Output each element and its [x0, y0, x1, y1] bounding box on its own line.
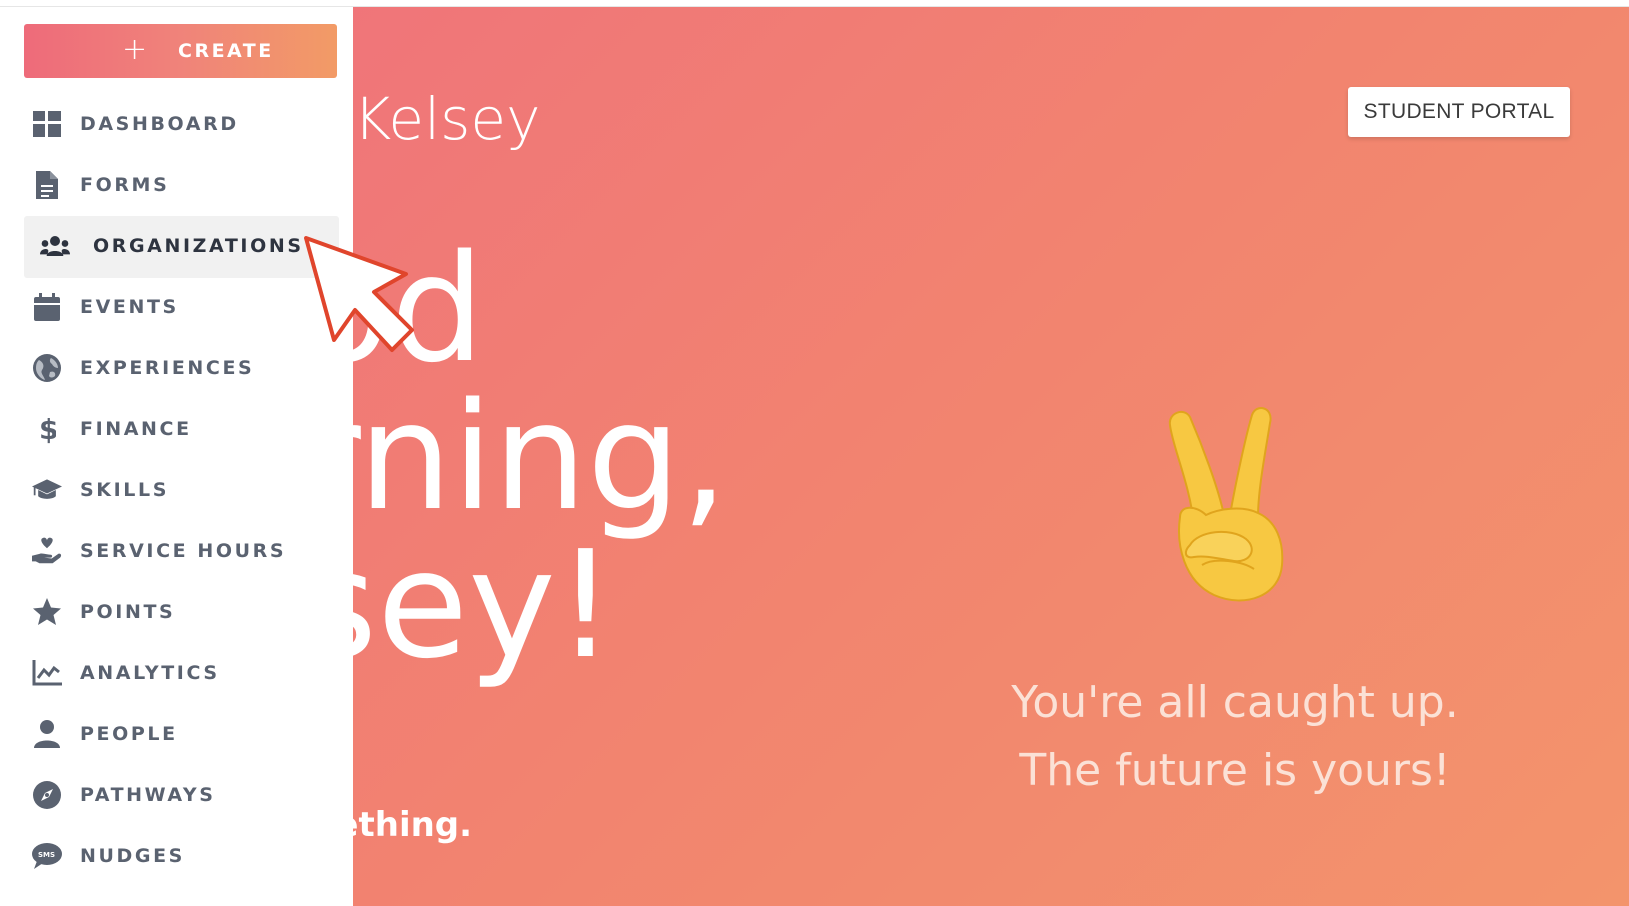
sidebar-item-label: POINTS	[80, 601, 176, 623]
victory-hand-icon	[1150, 405, 1330, 615]
hero-line-3: sey!	[300, 519, 616, 691]
users-icon	[40, 231, 70, 261]
sidebar-item-label: PEOPLE	[80, 723, 178, 745]
sidebar-item-people[interactable]: PEOPLE	[24, 704, 339, 766]
student-portal-button[interactable]: STUDENT PORTAL	[1348, 87, 1570, 137]
status-line-1: You're all caught up.	[1011, 677, 1459, 728]
plus-icon: +	[122, 32, 148, 67]
sms-bubble-icon: SMS	[32, 841, 62, 871]
sidebar-item-label: ORGANIZATIONS	[93, 235, 304, 257]
sidebar-item-label: EVENTS	[80, 296, 179, 318]
star-icon	[32, 597, 62, 627]
create-label: CREATE	[178, 40, 274, 62]
sidebar-item-finance[interactable]: $ FINANCE	[24, 399, 339, 461]
status-line-2: The future is yours!	[1019, 745, 1451, 796]
sidebar-item-label: NUDGES	[80, 845, 185, 867]
sidebar-item-label: FORMS	[80, 174, 170, 196]
svg-text:SMS: SMS	[38, 851, 55, 859]
sidebar-item-label: EXPERIENCES	[80, 357, 255, 379]
sidebar-item-experiences[interactable]: EXPERIENCES	[24, 338, 339, 400]
sidebar-item-analytics[interactable]: ANALYTICS	[24, 643, 339, 705]
globe-icon	[32, 353, 62, 383]
sidebar-item-label: SKILLS	[80, 479, 169, 501]
svg-text:$: $	[39, 414, 56, 444]
sidebar-item-label: DASHBOARD	[80, 113, 239, 135]
compass-icon	[32, 780, 62, 810]
sidebar-item-label: SERVICE HOURS	[80, 540, 287, 562]
sidebar-item-skills[interactable]: SKILLS	[24, 460, 339, 522]
line-chart-icon	[32, 658, 62, 688]
sidebar-item-service-hours[interactable]: SERVICE HOURS	[24, 521, 339, 583]
top-border	[0, 0, 1629, 7]
dollar-icon: $	[32, 414, 62, 444]
graduation-cap-icon	[32, 475, 62, 505]
sidebar-item-points[interactable]: POINTS	[24, 582, 339, 644]
sidebar-item-pathways[interactable]: PATHWAYS	[24, 765, 339, 827]
status-message: You're all caught up. The future is your…	[960, 669, 1510, 805]
user-icon	[32, 719, 62, 749]
sidebar-item-label: FINANCE	[80, 418, 192, 440]
sidebar-item-events[interactable]: EVENTS	[24, 277, 339, 339]
dashboard-icon	[32, 109, 62, 139]
sidebar: + CREATE DASHBOARD FORMS ORGANIZATIONS E…	[0, 7, 353, 906]
calendar-icon	[32, 292, 62, 322]
sidebar-item-label: PATHWAYS	[80, 784, 216, 806]
hero-line-2: rning,	[300, 371, 728, 543]
sidebar-item-forms[interactable]: FORMS	[24, 155, 339, 217]
sidebar-item-label: ANALYTICS	[80, 662, 220, 684]
hand-heart-icon	[32, 536, 62, 566]
file-icon	[32, 170, 62, 200]
sidebar-item-dashboard[interactable]: DASHBOARD	[24, 94, 339, 156]
sidebar-item-organizations[interactable]: ORGANIZATIONS	[24, 216, 339, 278]
sidebar-item-nudges[interactable]: SMS NUDGES	[24, 826, 339, 888]
mouse-cursor-icon	[300, 232, 430, 362]
create-button[interactable]: + CREATE	[24, 24, 337, 78]
